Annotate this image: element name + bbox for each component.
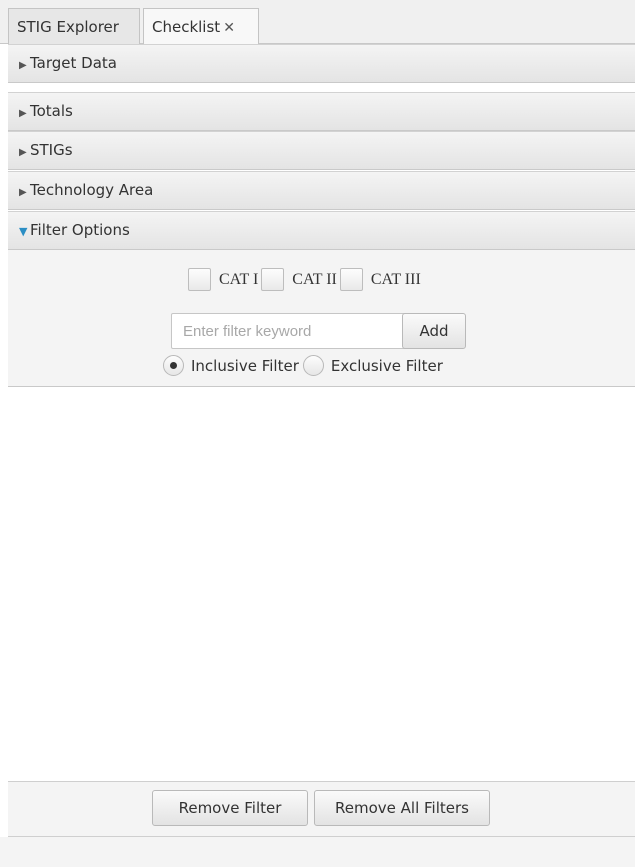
tab-stig-explorer[interactable]: STIG Explorer (8, 8, 140, 44)
cat-ii-checkbox[interactable] (261, 268, 285, 291)
tab-label: STIG Explorer (17, 18, 119, 36)
chevron-down-icon: ▼ (19, 225, 28, 238)
exclusive-filter-label: Exclusive Filter (330, 356, 443, 375)
filter-options-panel: CAT I CAT II CAT III Inclusive Filter Exclu… (8, 250, 635, 387)
pane-totals[interactable]: ▶ Totals (8, 92, 635, 131)
cat-ii-label: CAT II (292, 270, 337, 288)
inclusive-filter-radio[interactable] (163, 355, 184, 376)
close-icon[interactable]: ✕ (223, 20, 235, 36)
cat-iii-label: CAT III (370, 270, 421, 288)
pane-title: Target Data (30, 54, 117, 72)
cat-i-checkbox[interactable] (188, 268, 211, 291)
checklist-window: STIG Explorer Checklist ✕ ▶ Target Data ▶ T… (0, 0, 635, 867)
remove-all-filters-button[interactable]: Remove All Filters (314, 790, 490, 826)
filter-mode-radios: Inclusive Filter Exclusive Filter (163, 355, 447, 379)
chevron-right-icon: ▶ (19, 187, 27, 198)
filter-keyword-input[interactable] (171, 313, 407, 349)
tab-bar: STIG Explorer Checklist ✕ (0, 0, 635, 44)
remove-filter-button[interactable]: Remove Filter (152, 790, 308, 826)
left-gutter (0, 44, 8, 837)
category-checkboxes: CAT I CAT II CAT III (188, 268, 424, 292)
pane-title: Totals (30, 102, 73, 120)
chevron-right-icon: ▶ (19, 147, 27, 158)
pane-technology-area[interactable]: ▶ Technology Area (8, 171, 635, 210)
filter-list[interactable] (8, 387, 635, 781)
pane-stigs[interactable]: ▶ STIGs (8, 131, 635, 170)
pane-title: Filter Options (30, 221, 130, 239)
pane-title: Technology Area (30, 181, 154, 199)
filter-footer: Remove Filter Remove All Filters (8, 781, 635, 837)
tab-label: Checklist (152, 18, 221, 36)
status-strip (0, 837, 635, 867)
cat-i-label: CAT I (219, 270, 259, 288)
pane-target-data[interactable]: ▶ Target Data (8, 44, 635, 83)
tab-checklist[interactable]: Checklist ✕ (143, 8, 259, 44)
add-filter-button[interactable]: Add (402, 313, 466, 349)
chevron-right-icon: ▶ (19, 108, 27, 119)
chevron-right-icon: ▶ (19, 60, 27, 71)
cat-iii-checkbox[interactable] (339, 268, 363, 291)
exclusive-filter-radio[interactable] (302, 355, 324, 376)
inclusive-filter-label: Inclusive Filter (191, 356, 299, 375)
pane-title: STIGs (30, 141, 73, 159)
pane-filter-options[interactable]: ▼ Filter Options (8, 211, 635, 250)
